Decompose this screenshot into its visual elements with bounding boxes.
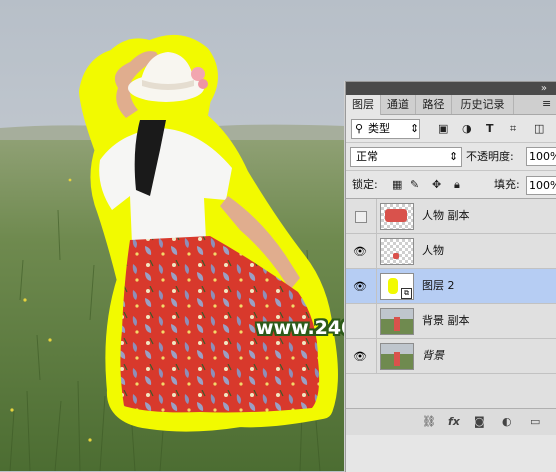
tab-paths[interactable]: 路径 [416,95,452,114]
panel-title-bar[interactable]: » [346,82,556,95]
thumb-figure [385,209,407,222]
new-group-icon[interactable]: ▭ [530,416,540,428]
collapse-icon[interactable]: » [541,83,547,94]
visibility-toggle[interactable]: 👁︎ [346,234,377,268]
blend-row: 正常 ⇕ 不透明度: 100% [346,142,556,171]
fx-icon[interactable]: fx [448,416,460,428]
layer-thumbnail [380,238,414,265]
layers-list: 人物 副本 👁︎ 人物 👁︎ ⧉ 图层 2 背景 副本 👁︎ 背景 [346,198,556,409]
link-layers-icon[interactable]: ⛓ [422,416,436,428]
layer-name[interactable]: 人物 副本 [422,209,470,223]
panel-menu-icon[interactable]: ≡ [542,98,551,110]
layer-row[interactable]: 👁︎ 背景 [346,339,556,374]
blend-mode-value: 正常 [356,150,378,163]
filter-row: ⚲ 类型 ⇕ ▣ ◑ T ⌗ ◫ [346,115,556,142]
filter-smart-object-icon[interactable]: ◫ [534,123,544,135]
eye-icon: 👁︎ [353,245,367,258]
layer-name[interactable]: 图层 2 [422,279,455,293]
fill-label: 填充: [494,178,520,191]
tab-history[interactable]: 历史记录 [452,95,514,114]
opacity-label: 不透明度: [466,150,514,163]
tab-channels[interactable]: 通道 [381,95,416,114]
lock-row: 锁定: ▦ ✎ ✥ 🔒︎ 填充: 100% [346,170,556,199]
lock-pixels-icon[interactable]: ✎ [410,179,419,191]
visibility-toggle[interactable] [346,304,377,338]
filter-adjustment-icon[interactable]: ◑ [462,123,472,135]
filter-type-icon[interactable]: T [486,123,494,135]
filter-search-icon: ⚲ [355,122,364,135]
filter-kind-select[interactable]: ⚲ 类型 ⇕ [351,119,420,139]
layer-row[interactable]: 人物 副本 [346,199,556,234]
thumb-figure [393,253,399,259]
layer-name[interactable]: 背景 [422,349,444,363]
layers-panel: » 图层 通道 路径 历史记录 ≡ ⚲ 类型 ⇕ ▣ ◑ T ⌗ ◫ 正常 ⇕ … [345,81,556,472]
panel-tabs: 图层 通道 路径 历史记录 ≡ [346,95,556,115]
visibility-toggle[interactable] [346,199,377,233]
eye-icon: 👁︎ [353,280,367,293]
lock-all-icon[interactable]: 🔒︎ [454,179,460,191]
layer-row[interactable]: 👁︎ ⧉ 图层 2 [346,269,556,304]
eye-icon: 👁︎ [353,350,367,363]
layer-thumbnail [380,343,414,370]
hidden-box-icon [355,211,367,223]
fill-input[interactable]: 100% [526,176,556,195]
layer-name[interactable]: 背景 副本 [422,314,470,328]
add-mask-icon[interactable]: ◙ [474,416,485,428]
thumb-figure [394,317,400,331]
lock-label: 锁定: [352,178,378,191]
thumb-figure [394,352,400,366]
filter-shape-icon[interactable]: ⌗ [510,123,516,135]
layer-row[interactable]: 背景 副本 [346,304,556,339]
visibility-toggle[interactable]: 👁︎ [346,269,377,303]
filter-arrows-icon: ⇕ [410,122,420,135]
panel-bottom-bar: ⛓ fx ◙ ◐ ▭ [346,408,556,435]
tab-layers[interactable]: 图层 [346,95,381,115]
visibility-toggle[interactable]: 👁︎ [346,339,377,373]
layer-thumbnail [380,203,414,230]
lock-position-icon[interactable]: ✥ [432,179,441,191]
blend-mode-arrows-icon: ⇕ [449,150,459,163]
blend-mode-select[interactable]: 正常 ⇕ [350,147,462,167]
filter-kind-label: 类型 [368,122,390,135]
layer-name[interactable]: 人物 [422,244,444,258]
layer-thumbnail [380,308,414,335]
layer-row[interactable]: 👁︎ 人物 [346,234,556,269]
layer-thumbnail: ⧉ [380,273,414,300]
thumb-figure [388,278,398,294]
filter-pixel-icon[interactable]: ▣ [438,123,448,135]
lock-transparent-icon[interactable]: ▦ [392,179,402,191]
opacity-input[interactable]: 100% [526,147,556,166]
adjustment-layer-icon[interactable]: ◐ [502,416,512,428]
smart-object-badge-icon: ⧉ [401,288,412,299]
